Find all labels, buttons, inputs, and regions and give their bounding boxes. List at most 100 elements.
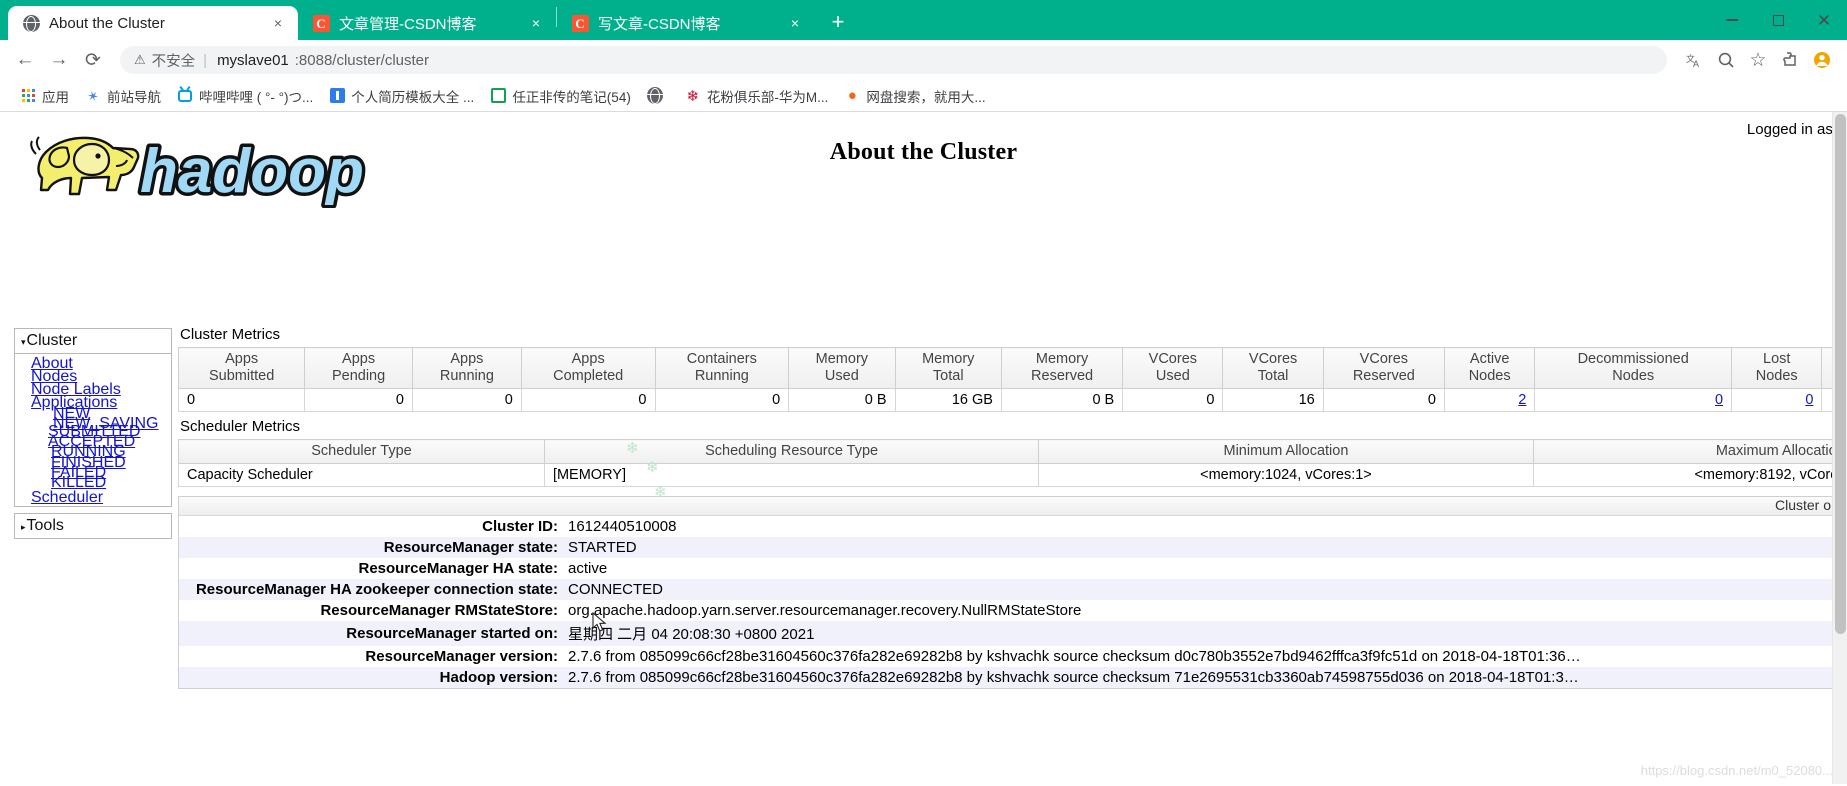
browser-toolbar: ← → ⟳ ⚠ 不安全 | myslave01:8088/cluster/clu… <box>0 40 1847 80</box>
bilibili-icon <box>177 88 193 104</box>
logged-in-label: Logged in as: <box>1746 121 1837 138</box>
security-label: 不安全 <box>151 53 196 70</box>
apps-grid-icon <box>20 88 36 104</box>
table-row: Cluster ID: 1612440510008 <box>179 516 1837 537</box>
col-memory-total[interactable]: Memory Total <box>894 347 1002 389</box>
table-header-row: Apps Submitted Apps Pending Apps Running Ap… <box>177 347 1847 389</box>
huawei-icon: ❄ <box>686 87 700 105</box>
minimize-button[interactable] <box>1709 0 1755 40</box>
sidebar-tools-block: ▸Tools <box>14 513 172 539</box>
profile-avatar[interactable] <box>1807 45 1837 75</box>
reload-icon[interactable]: ⟳ <box>78 45 108 75</box>
tab-close-icon[interactable]: × <box>528 15 544 31</box>
cluster-info-panel: Cluster o Cluster ID: 1612440510008 Reso… <box>178 496 1838 689</box>
bookmark-renzhengfei-notes[interactable]: 任正非传的笔记(54) <box>482 83 639 109</box>
sidebar-tools-header[interactable]: ▸Tools <box>15 514 171 538</box>
close-window-button[interactable]: ✕ <box>1801 0 1847 40</box>
col-vcores-used[interactable]: VCores Used <box>1122 347 1224 389</box>
val-minimum-allocation: <memory:1024, vCores:1> <box>1038 463 1534 487</box>
table-row: Hadoop version: 2.7.6 from 085099c66cf28… <box>179 667 1837 688</box>
tab-csdn-article-manage[interactable]: C 文章管理-CSDN博客 × <box>298 6 556 40</box>
value-rm-started-on: 星期四 二月 04 20:08:30 +0800 2021 <box>564 621 1837 646</box>
tab-title: 文章管理-CSDN博客 <box>339 15 477 33</box>
col-scheduler-type[interactable]: Scheduler Type <box>178 439 545 464</box>
loading-spinner-icon: ❄ <box>654 484 667 501</box>
col-containers-running[interactable]: Containers Running <box>654 347 790 389</box>
active-nodes-link[interactable]: 2 <box>1518 392 1526 408</box>
label-rm-started-on: ResourceManager started on: <box>179 621 564 646</box>
col-lost-nodes[interactable]: Lost Nodes <box>1731 347 1823 389</box>
val-memory-total: 16 GB <box>894 388 1002 412</box>
page-content: hadoop hadoop About the Cluster Logged i… <box>0 112 1847 784</box>
val-scheduling-resource: [MEMORY] <box>543 463 1040 487</box>
sidebar-item-scheduler[interactable]: Scheduler <box>31 490 103 506</box>
table-row: ResourceManager HA state: active <box>179 558 1837 579</box>
tab-title: 写文章-CSDN博客 <box>598 15 721 33</box>
bookmark-star-icon[interactable]: ☆ <box>1743 45 1773 75</box>
bookmark-netdisk-search[interactable]: ● 网盘搜索，就用大... <box>836 83 993 109</box>
forward-icon[interactable]: → <box>44 45 74 75</box>
col-minimum-allocation[interactable]: Minimum Allocation <box>1038 439 1534 464</box>
sidebar-cluster-block: ▾Cluster About Nodes Node Labels Applica… <box>14 328 172 507</box>
extensions-icon[interactable] <box>1775 45 1805 75</box>
col-scheduling-resource[interactable]: Scheduling Resource Type <box>543 439 1040 464</box>
val-maximum-allocation: <memory:8192, vCores:8> <box>1532 463 1847 487</box>
back-icon[interactable]: ← <box>10 45 40 75</box>
col-memory-used[interactable]: Memory Used <box>788 347 896 389</box>
bookmark-resume-templates[interactable]: 个人简历模板大全 ... <box>321 83 482 109</box>
address-bar[interactable]: ⚠ 不安全 | myslave01:8088/cluster/cluster <box>120 46 1667 74</box>
window-controls: ✕ <box>1709 0 1847 40</box>
decommissioned-nodes-link[interactable]: 0 <box>1715 392 1723 408</box>
bookmark-globe[interactable] <box>639 85 677 107</box>
val-apps-submitted: 0 <box>177 388 306 412</box>
main-content: Cluster Metrics Apps Submitted Apps Pendin… <box>177 326 1847 689</box>
col-memory-reserved[interactable]: Memory Reserved <box>1000 347 1124 389</box>
table-row: ResourceManager version: 2.7.6 from 0850… <box>179 646 1837 667</box>
col-maximum-allocation[interactable]: Maximum Allocation <box>1532 439 1847 464</box>
table-row: ResourceManager RMStateStore: org.apache… <box>179 600 1837 621</box>
maximize-button[interactable] <box>1755 0 1801 40</box>
cluster-metrics-table: Apps Submitted Apps Pending Apps Running Ap… <box>177 347 1847 412</box>
new-tab-button[interactable]: + <box>823 8 853 38</box>
bookmark-huafen-club[interactable]: ❄ 花粉俱乐部-华为M... <box>677 83 837 109</box>
page-scrollbar[interactable] <box>1832 112 1847 784</box>
val-memory-reserved: 0 B <box>1000 388 1124 412</box>
col-apps-submitted[interactable]: Apps Submitted <box>177 347 306 389</box>
col-decommissioned-nodes[interactable]: Decommissioned Nodes <box>1534 347 1733 389</box>
bookmark-label: 哔哩哔哩 ( °- °)つ... <box>199 89 314 105</box>
globe-icon <box>22 14 40 32</box>
value-hadoop-version: 2.7.6 from 085099c66cf28be31604560c376fa… <box>564 667 1837 688</box>
col-active-nodes[interactable]: Active Nodes <box>1443 347 1536 389</box>
bookmark-front-nav[interactable]: ✶ 前站导航 <box>77 83 169 109</box>
sidebar-cluster-header[interactable]: ▾Cluster <box>15 329 171 354</box>
cluster-metrics-title: Cluster Metrics <box>180 326 281 343</box>
csdn-icon: C <box>571 14 589 32</box>
zoom-icon[interactable] <box>1711 45 1741 75</box>
col-vcores-reserved[interactable]: VCores Reserved <box>1322 347 1445 389</box>
col-apps-completed[interactable]: Apps Completed <box>520 347 656 389</box>
scheduler-metrics-title: Scheduler Metrics <box>180 418 301 435</box>
tab-close-icon[interactable]: × <box>270 15 286 31</box>
val-apps-pending: 0 <box>304 388 413 412</box>
cluster-info-table: Cluster ID: 1612440510008 ResourceManage… <box>179 516 1837 688</box>
col-vcores-total[interactable]: VCores Total <box>1222 347 1324 389</box>
tab-close-icon[interactable]: × <box>787 15 803 31</box>
label-rm-statestore: ResourceManager RMStateStore: <box>179 600 564 621</box>
translate-icon[interactable]: 文A <box>1679 45 1709 75</box>
col-apps-running[interactable]: Apps Running <box>411 347 522 389</box>
hadoop-logo[interactable]: hadoop hadoop <box>12 120 382 213</box>
bookmark-apps[interactable]: 应用 <box>12 83 77 109</box>
tab-csdn-write-article[interactable]: C 写文章-CSDN博客 × <box>557 6 815 40</box>
bookmark-bilibili[interactable]: 哔哩哔哩 ( °- °)つ... <box>169 83 321 109</box>
orange-icon: ● <box>847 87 857 104</box>
rocket-icon: ✶ <box>84 85 102 105</box>
col-apps-pending[interactable]: Apps Pending <box>304 347 413 389</box>
globe-icon <box>646 87 664 104</box>
tab-about-the-cluster[interactable]: About the Cluster × <box>8 6 298 40</box>
val-active-nodes: 2 <box>1443 388 1536 412</box>
lost-nodes-link[interactable]: 0 <box>1805 392 1813 408</box>
val-lost-nodes: 0 <box>1731 388 1823 412</box>
blue-square-icon <box>329 88 345 104</box>
scrollbar-thumb[interactable] <box>1835 114 1846 634</box>
table-row: ResourceManager started on: 星期四 二月 04 20… <box>179 621 1837 646</box>
